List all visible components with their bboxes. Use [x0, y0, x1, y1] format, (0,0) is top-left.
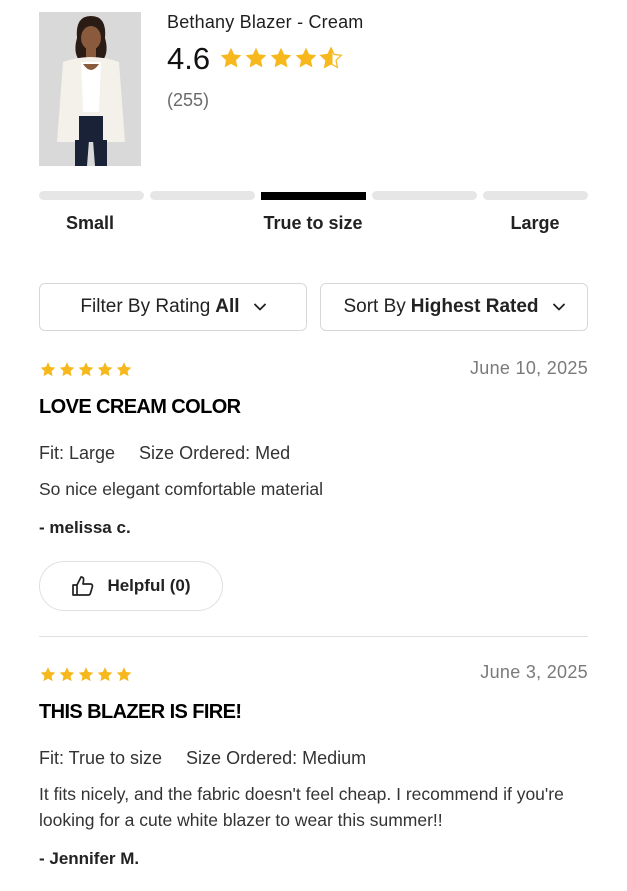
- review-body: It fits nicely, and the fabric doesn't f…: [39, 784, 564, 830]
- sort-value: Highest Rated: [410, 296, 539, 317]
- star-icon: [78, 362, 94, 377]
- rating-summary: 4.6: [167, 40, 343, 78]
- review-fit-info: Fit: Large Size Ordered: Med: [39, 443, 290, 464]
- filter-rating-value: All: [215, 296, 240, 317]
- fit-segment: [372, 191, 477, 200]
- sort-label: Sort By: [343, 296, 406, 317]
- review-title: THIS BLAZER IS FIRE!: [39, 701, 242, 723]
- star-icon: [295, 47, 317, 68]
- star-icon: [59, 362, 75, 377]
- review-size-ordered: Size Ordered: Medium: [186, 748, 367, 768]
- fit-segment: [39, 191, 144, 200]
- product-title: Bethany Blazer - Cream: [167, 12, 364, 32]
- star-icon: [78, 667, 94, 682]
- fit-label-small: Small: [65, 213, 115, 233]
- review-stars: [39, 361, 135, 383]
- filter-rating-label: Filter By Rating: [80, 296, 211, 317]
- chevron-down-icon: [552, 303, 565, 311]
- star-icon: [116, 362, 132, 377]
- fit-segment-active: [261, 192, 366, 200]
- review-fit: Fit: True to size: [39, 748, 163, 768]
- star-icon: [97, 362, 113, 377]
- fit-segment: [483, 191, 588, 200]
- review-title: LOVE CREAM COLOR: [39, 396, 241, 418]
- review-size-ordered: Size Ordered: Med: [139, 443, 291, 463]
- fit-label-true-to-size: True to size: [263, 213, 363, 233]
- review-date: June 10, 2025: [470, 358, 588, 378]
- star-icon: [116, 667, 132, 682]
- review-fit: Fit: Large: [39, 443, 116, 463]
- average-rating: 4.6: [167, 41, 211, 76]
- filter-by-rating-dropdown[interactable]: Filter By Rating All: [39, 283, 307, 331]
- review-divider: [39, 636, 588, 637]
- star-icon: [40, 362, 56, 377]
- star-icon: [245, 47, 267, 68]
- model-photo-icon: [39, 12, 141, 166]
- helpful-button[interactable]: Helpful (0): [39, 561, 223, 611]
- review-body: So nice elegant comfortable material: [39, 479, 324, 499]
- review-author: - melissa c.: [39, 518, 131, 537]
- rating-stars: [219, 46, 343, 72]
- review-count[interactable]: (255): [167, 90, 209, 111]
- product-image[interactable]: [39, 12, 141, 166]
- star-icon: [270, 47, 292, 68]
- sort-by-dropdown[interactable]: Sort By Highest Rated: [320, 283, 588, 331]
- star-icon: [97, 667, 113, 682]
- star-icon: [59, 667, 75, 682]
- review-date: June 3, 2025: [480, 662, 588, 682]
- chevron-down-icon: [253, 303, 266, 311]
- star-icon: [40, 667, 56, 682]
- fit-label-large: Large: [510, 213, 560, 233]
- star-icon: [220, 47, 242, 68]
- review-fit-info: Fit: True to size Size Ordered: Medium: [39, 748, 366, 769]
- fit-segment: [150, 191, 255, 200]
- helpful-label: Helpful (0): [107, 576, 191, 595]
- review-stars: [39, 666, 135, 688]
- half-star-icon: [320, 47, 343, 69]
- review-author: - Jennifer M.: [39, 849, 140, 868]
- thumbs-up-icon: [71, 575, 95, 597]
